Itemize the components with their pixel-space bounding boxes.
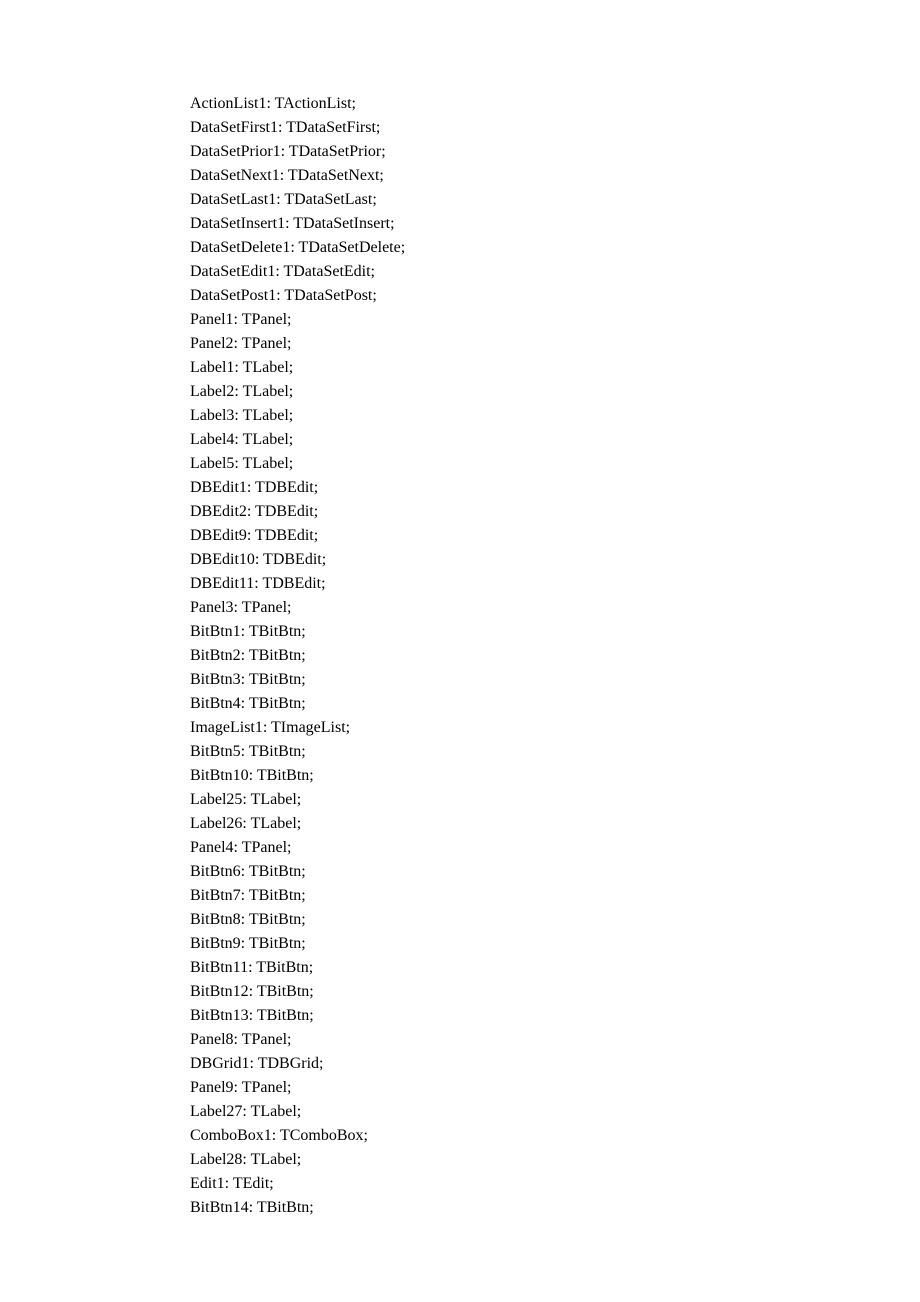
code-line: BitBtn1: TBitBtn; bbox=[190, 620, 730, 644]
code-line: BitBtn12: TBitBtn; bbox=[190, 980, 730, 1004]
code-line: DBEdit11: TDBEdit; bbox=[190, 572, 730, 596]
code-line: Label3: TLabel; bbox=[190, 404, 730, 428]
code-line: DBGrid1: TDBGrid; bbox=[190, 1052, 730, 1076]
code-line: ActionList1: TActionList; bbox=[190, 92, 730, 116]
code-line: Edit1: TEdit; bbox=[190, 1172, 730, 1196]
code-block: ActionList1: TActionList;DataSetFirst1: … bbox=[190, 92, 730, 1220]
code-line: BitBtn11: TBitBtn; bbox=[190, 956, 730, 980]
code-line: Label28: TLabel; bbox=[190, 1148, 730, 1172]
code-line: BitBtn4: TBitBtn; bbox=[190, 692, 730, 716]
code-line: BitBtn7: TBitBtn; bbox=[190, 884, 730, 908]
code-line: Panel9: TPanel; bbox=[190, 1076, 730, 1100]
code-line: Panel2: TPanel; bbox=[190, 332, 730, 356]
code-line: Label27: TLabel; bbox=[190, 1100, 730, 1124]
code-line: BitBtn6: TBitBtn; bbox=[190, 860, 730, 884]
code-line: DBEdit2: TDBEdit; bbox=[190, 500, 730, 524]
code-line: DataSetLast1: TDataSetLast; bbox=[190, 188, 730, 212]
code-line: Label25: TLabel; bbox=[190, 788, 730, 812]
code-line: DataSetPost1: TDataSetPost; bbox=[190, 284, 730, 308]
code-line: Panel1: TPanel; bbox=[190, 308, 730, 332]
code-line: DBEdit10: TDBEdit; bbox=[190, 548, 730, 572]
code-line: BitBtn13: TBitBtn; bbox=[190, 1004, 730, 1028]
code-line: Label5: TLabel; bbox=[190, 452, 730, 476]
code-line: DataSetEdit1: TDataSetEdit; bbox=[190, 260, 730, 284]
code-line: ImageList1: TImageList; bbox=[190, 716, 730, 740]
code-line: DBEdit9: TDBEdit; bbox=[190, 524, 730, 548]
code-line: DataSetPrior1: TDataSetPrior; bbox=[190, 140, 730, 164]
code-line: Panel4: TPanel; bbox=[190, 836, 730, 860]
code-line: Label4: TLabel; bbox=[190, 428, 730, 452]
code-line: BitBtn10: TBitBtn; bbox=[190, 764, 730, 788]
code-line: Label1: TLabel; bbox=[190, 356, 730, 380]
code-line: BitBtn5: TBitBtn; bbox=[190, 740, 730, 764]
code-line: DataSetFirst1: TDataSetFirst; bbox=[190, 116, 730, 140]
code-line: BitBtn8: TBitBtn; bbox=[190, 908, 730, 932]
code-line: ComboBox1: TComboBox; bbox=[190, 1124, 730, 1148]
code-line: BitBtn2: TBitBtn; bbox=[190, 644, 730, 668]
code-line: BitBtn9: TBitBtn; bbox=[190, 932, 730, 956]
code-line: Label26: TLabel; bbox=[190, 812, 730, 836]
code-line: DataSetInsert1: TDataSetInsert; bbox=[190, 212, 730, 236]
code-line: DBEdit1: TDBEdit; bbox=[190, 476, 730, 500]
code-line: BitBtn14: TBitBtn; bbox=[190, 1196, 730, 1220]
code-line: DataSetNext1: TDataSetNext; bbox=[190, 164, 730, 188]
code-line: BitBtn3: TBitBtn; bbox=[190, 668, 730, 692]
code-line: Panel8: TPanel; bbox=[190, 1028, 730, 1052]
code-line: Label2: TLabel; bbox=[190, 380, 730, 404]
document-page: ActionList1: TActionList;DataSetFirst1: … bbox=[0, 0, 920, 1302]
code-line: Panel3: TPanel; bbox=[190, 596, 730, 620]
code-line: DataSetDelete1: TDataSetDelete; bbox=[190, 236, 730, 260]
